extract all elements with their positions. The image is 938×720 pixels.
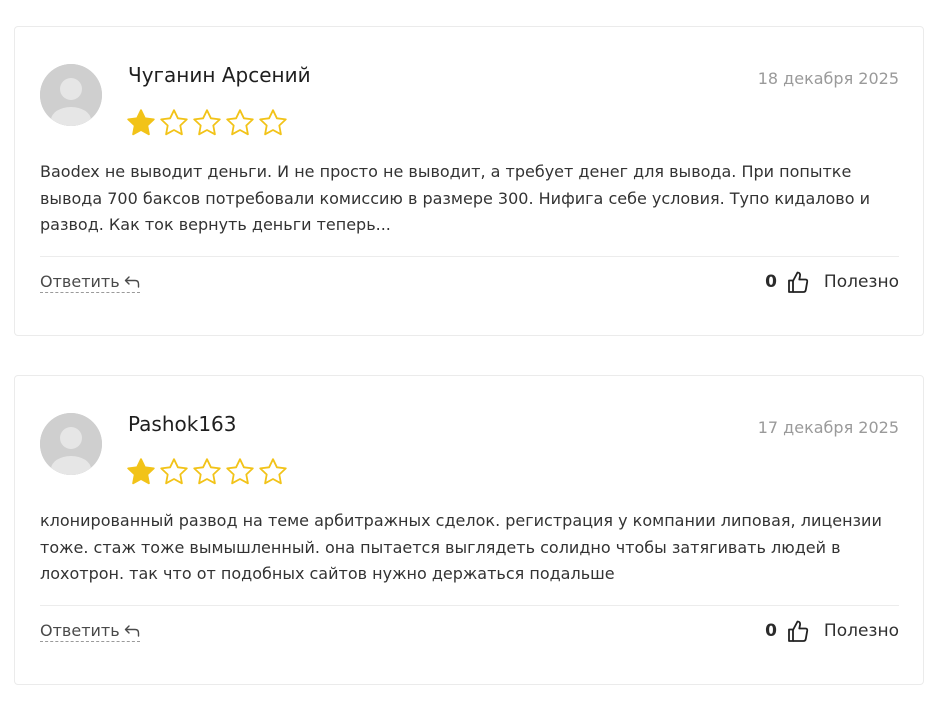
review-card: Pashok163 17 декабря 2025 клонированный … (14, 375, 924, 685)
user-avatar-icon (40, 413, 102, 475)
user-avatar-icon (40, 64, 102, 126)
reply-arrow-icon (124, 624, 139, 637)
star-empty-icon (259, 109, 287, 136)
review-text: Baodex не выводит деньги. И не просто не… (40, 162, 871, 234)
review-author: Pashok163 (128, 412, 237, 436)
reply-button[interactable]: Ответить (40, 272, 140, 293)
helpful-label: Полезно (823, 621, 899, 641)
reply-label: Ответить (40, 272, 120, 291)
review-author: Чуганин Арсений (128, 63, 311, 87)
thumbs-up-icon[interactable] (787, 619, 809, 643)
review-date: 18 декабря 2025 (757, 69, 899, 88)
review-text: клонированный развод на теме арбитражных… (40, 511, 882, 583)
divider (40, 256, 899, 257)
review-card: Чуганин Арсений 18 декабря 2025 Baodex н… (14, 26, 924, 336)
helpful-count: 0 (765, 621, 777, 641)
divider (40, 605, 899, 606)
rating-stars (126, 457, 288, 487)
star-empty-icon (193, 458, 221, 485)
helpful-block: 0 Полезно (765, 270, 899, 294)
reviews-list: Чуганин Арсений 18 декабря 2025 Baodex н… (0, 0, 938, 720)
avatar (40, 64, 102, 126)
star-filled-icon (127, 458, 155, 485)
thumbs-up-icon[interactable] (787, 270, 809, 294)
star-filled-icon (127, 109, 155, 136)
star-empty-icon (226, 109, 254, 136)
star-empty-icon (193, 109, 221, 136)
helpful-count: 0 (765, 272, 777, 292)
helpful-label: Полезно (823, 272, 899, 292)
star-empty-icon (259, 458, 287, 485)
star-empty-icon (160, 109, 188, 136)
star-empty-icon (160, 458, 188, 485)
reply-button[interactable]: Ответить (40, 621, 140, 642)
avatar (40, 413, 102, 475)
rating-stars (126, 108, 288, 138)
review-date: 17 декабря 2025 (757, 418, 899, 437)
star-empty-icon (226, 458, 254, 485)
reply-label: Ответить (40, 621, 120, 640)
helpful-block: 0 Полезно (765, 619, 899, 643)
reply-arrow-icon (124, 275, 139, 288)
